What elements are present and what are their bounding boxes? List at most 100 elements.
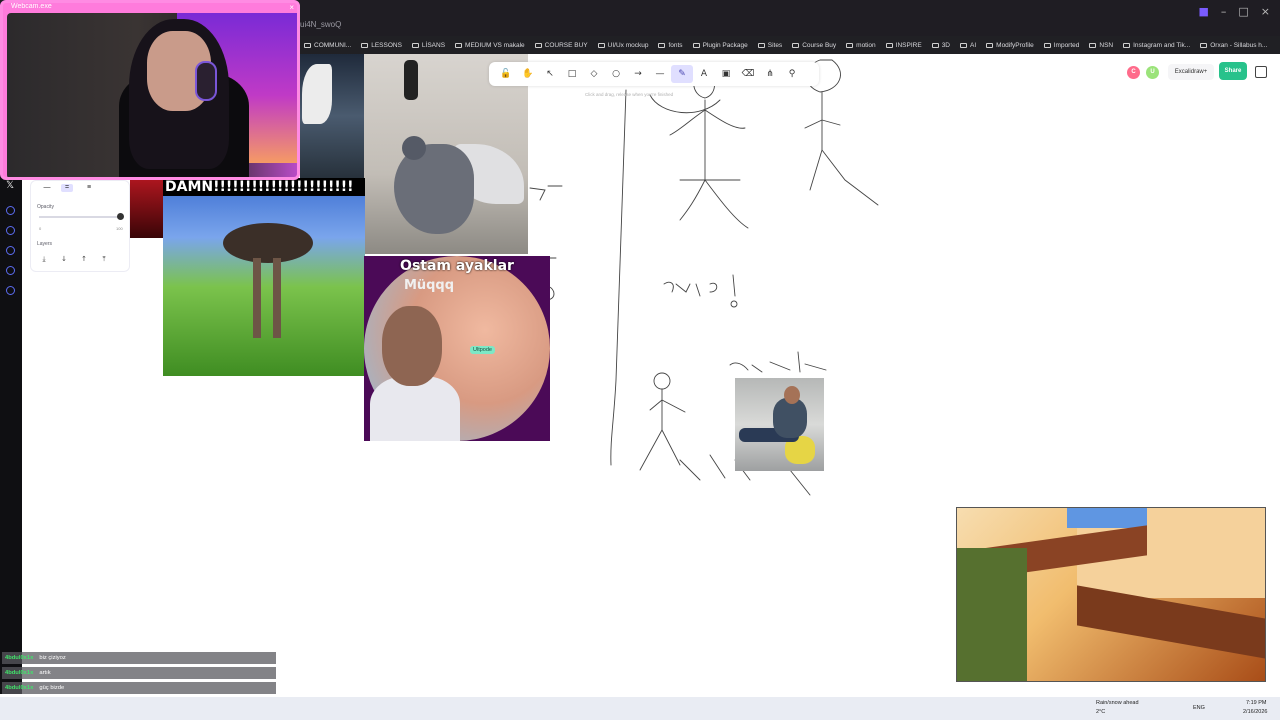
share-button[interactable]: Share [1219, 62, 1247, 80]
line-tool-icon[interactable]: — [649, 65, 671, 83]
bookmark-item[interactable]: INSPIRE [885, 42, 922, 49]
excalidraw-plus-button[interactable]: Excalidraw+ [1168, 64, 1214, 80]
diamond-tool-icon[interactable]: ◇ [583, 65, 605, 83]
bookmark-item[interactable]: NSN [1089, 42, 1113, 49]
minimize-icon[interactable]: – [1221, 5, 1227, 18]
bookmark-item[interactable]: Imported [1043, 41, 1080, 49]
webcam-feed [7, 13, 297, 177]
bookmark-label: motion [856, 41, 876, 49]
opacity-slider-track[interactable] [39, 216, 123, 218]
draw-tool-icon[interactable]: ✎ [671, 65, 693, 83]
bookmark-label: Imported [1053, 41, 1080, 49]
folder-icon [1200, 42, 1208, 48]
bookmark-item[interactable]: motion [846, 42, 876, 49]
selection-tool-icon[interactable]: ↖ [539, 65, 561, 83]
collaborator-avatar[interactable]: U [1146, 66, 1159, 79]
bookmark-item[interactable]: fonts [658, 41, 683, 49]
bookmark-item[interactable]: COMMUNI... [304, 42, 351, 49]
chat-message: 4bdul0x1x biz çiziyoz [2, 652, 276, 664]
close-window-icon[interactable]: × [1261, 5, 1270, 18]
foot-caption-line1: Ostam ayaklar [400, 258, 514, 274]
eraser-tool-icon[interactable]: ⌫ [737, 65, 759, 83]
stroke-width-thin[interactable]: — [41, 184, 53, 192]
sidebar-icon-5[interactable] [6, 286, 15, 295]
bring-to-front-icon[interactable]: ⤒ [98, 255, 110, 265]
text-tool-icon[interactable]: A [693, 65, 715, 83]
folder-icon [455, 42, 463, 48]
ostrich-leg [273, 258, 281, 338]
library-icon[interactable] [1255, 66, 1267, 78]
stroke-width-bold[interactable]: = [61, 184, 73, 192]
statue-image[interactable] [300, 54, 364, 178]
bookmark-item[interactable]: AI [960, 42, 976, 49]
bookmark-label: Plugin Package [702, 41, 748, 49]
language-indicator[interactable]: ENG [1193, 705, 1205, 711]
extension-icon[interactable]: ■ [1198, 5, 1208, 18]
maximize-icon[interactable]: □ [1238, 5, 1248, 18]
bookmark-item[interactable]: COURSE BUY [534, 41, 588, 49]
webcam-title: Webcam.exe [11, 3, 52, 10]
bookmark-label: COURSE BUY [544, 41, 588, 49]
bookmark-item[interactable]: Course Buy [792, 42, 836, 49]
folder-icon [692, 42, 700, 48]
folder-icon [960, 42, 967, 48]
bookmark-item[interactable]: Instagram and Tik... [1123, 42, 1190, 49]
sitting-man-image[interactable] [735, 378, 824, 471]
bookmark-label: MEDIUM VS makale [465, 41, 525, 49]
bookmark-item[interactable]: Plugin Package [692, 41, 748, 49]
bring-forward-icon[interactable]: ↑ [78, 255, 90, 265]
sidebar-icon-3[interactable] [6, 246, 15, 255]
man-torso [773, 398, 807, 438]
sidebar-icon-4[interactable] [6, 266, 15, 275]
send-to-back-icon[interactable]: ⤓ [38, 255, 50, 265]
stroke-width-extra-bold[interactable]: ≡ [83, 184, 95, 192]
red-image-fragment[interactable] [130, 178, 164, 238]
screen: ui4N_swoQ ■ – □ × COMMUNI... LESSONS LİSAN… [0, 0, 1280, 720]
chat-text: artık [39, 670, 51, 676]
folder-icon [885, 42, 893, 48]
opacity-slider-knob[interactable] [117, 213, 124, 220]
bookmarks-bar: COMMUNI... LESSONS LİSANS MEDIUM VS makale C… [300, 38, 1280, 52]
foot-meme-image[interactable]: Ostam ayaklar Müqqq [364, 256, 550, 441]
weather-text[interactable]: Rain/snow ahead [1096, 700, 1139, 706]
x-twitter-icon[interactable]: 𝕏 [6, 180, 14, 191]
rectangle-tool-icon[interactable]: □ [561, 65, 583, 83]
url-fragment[interactable]: ui4N_swoQ [300, 20, 341, 29]
clock-date: 2/16/2026 [1243, 709, 1268, 715]
collaborator-avatar[interactable]: C [1127, 66, 1140, 79]
folder-icon [792, 42, 800, 48]
opacity-min: 0 [39, 226, 42, 231]
ostrich-leg [253, 258, 261, 338]
laser-tool-icon[interactable]: ⚲ [781, 65, 803, 83]
bookmark-label: LESSONS [371, 41, 402, 49]
bookmark-item[interactable]: ModifyProfile [986, 42, 1034, 49]
bookmark-item[interactable]: Orxan - Sillabus h... [1200, 42, 1267, 49]
bookmark-item[interactable]: UI/Ux mockup [597, 42, 648, 49]
game-capture-overlay [956, 507, 1266, 682]
bookmark-item[interactable]: LESSONS [361, 42, 402, 49]
sidebar-icon-1[interactable] [6, 206, 15, 215]
extras-tool-icon[interactable]: ⋔ [759, 65, 781, 83]
pigeon-head [402, 136, 426, 160]
lock-tool-icon[interactable]: 🔓 [495, 65, 517, 83]
bookmark-item[interactable]: 3D [931, 42, 950, 49]
send-backward-icon[interactable]: ↓ [58, 255, 70, 265]
folder-icon [304, 42, 311, 48]
bookmark-label: COMMUNI... [314, 41, 352, 49]
bookmark-item[interactable]: LİSANS [411, 42, 445, 49]
man-face [382, 306, 442, 386]
bookmark-item[interactable]: Sites [757, 42, 782, 49]
arrow-tool-icon[interactable]: → [627, 65, 649, 83]
bookmark-label: fonts [668, 41, 683, 49]
ellipse-tool-icon[interactable]: ○ [605, 65, 627, 83]
ostrich-meme-image[interactable]: DAMN!!!!!!!!!!!!!!!!!!!!!! [163, 178, 365, 376]
bookmark-item[interactable]: MEDIUM VS makale [455, 42, 525, 49]
clock-time[interactable]: 7:19 PM [1246, 700, 1266, 706]
hand-tool-icon[interactable]: ✋ [517, 65, 539, 83]
properties-panel: — = ≡ Opacity 0 100 Layers ⤓ ↓ ↑ ⤒ [30, 180, 130, 272]
folder-icon [846, 42, 854, 48]
game-sky [1067, 508, 1147, 528]
image-tool-icon[interactable]: ▣ [715, 65, 737, 83]
sidebar-icon-2[interactable] [6, 226, 15, 235]
webcam-close-icon: × [289, 3, 294, 12]
